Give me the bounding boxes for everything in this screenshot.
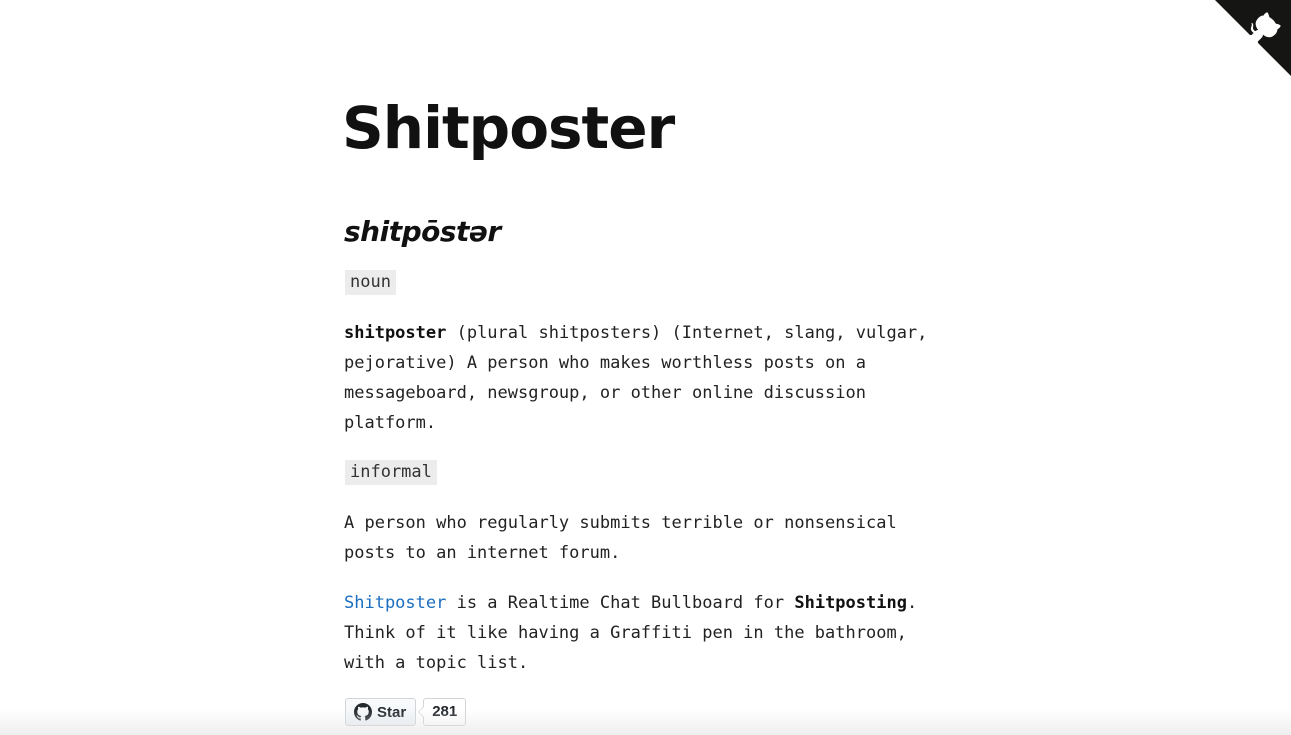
definition-term: shitposter [344, 323, 447, 343]
noun-tag: noun [345, 270, 396, 295]
about-text-1: is a Realtime Chat Bullboard for [446, 593, 795, 613]
shitposter-link[interactable]: Shitposter [344, 593, 446, 613]
github-corner-link[interactable] [1215, 0, 1291, 76]
page-title: Shitposter [342, 94, 675, 162]
about-paragraph: Shitposter is a Realtime Chat Bullboard … [344, 588, 954, 678]
bottom-fade [0, 709, 1291, 735]
informal-tag: informal [345, 460, 437, 485]
github-mark-icon [354, 703, 372, 721]
github-star-widget: Star 281 [345, 698, 467, 726]
informal-definition: A person who regularly submits terrible … [344, 513, 897, 563]
star-count[interactable]: 281 [418, 698, 467, 726]
pronunciation-heading: shitpōstər [344, 215, 501, 248]
star-label: Star [377, 703, 407, 721]
shitposting-term: Shitposting [794, 593, 907, 613]
noun-definition: shitposter (plural shitposters) (Interne… [344, 318, 954, 438]
star-button[interactable]: Star [345, 698, 417, 726]
